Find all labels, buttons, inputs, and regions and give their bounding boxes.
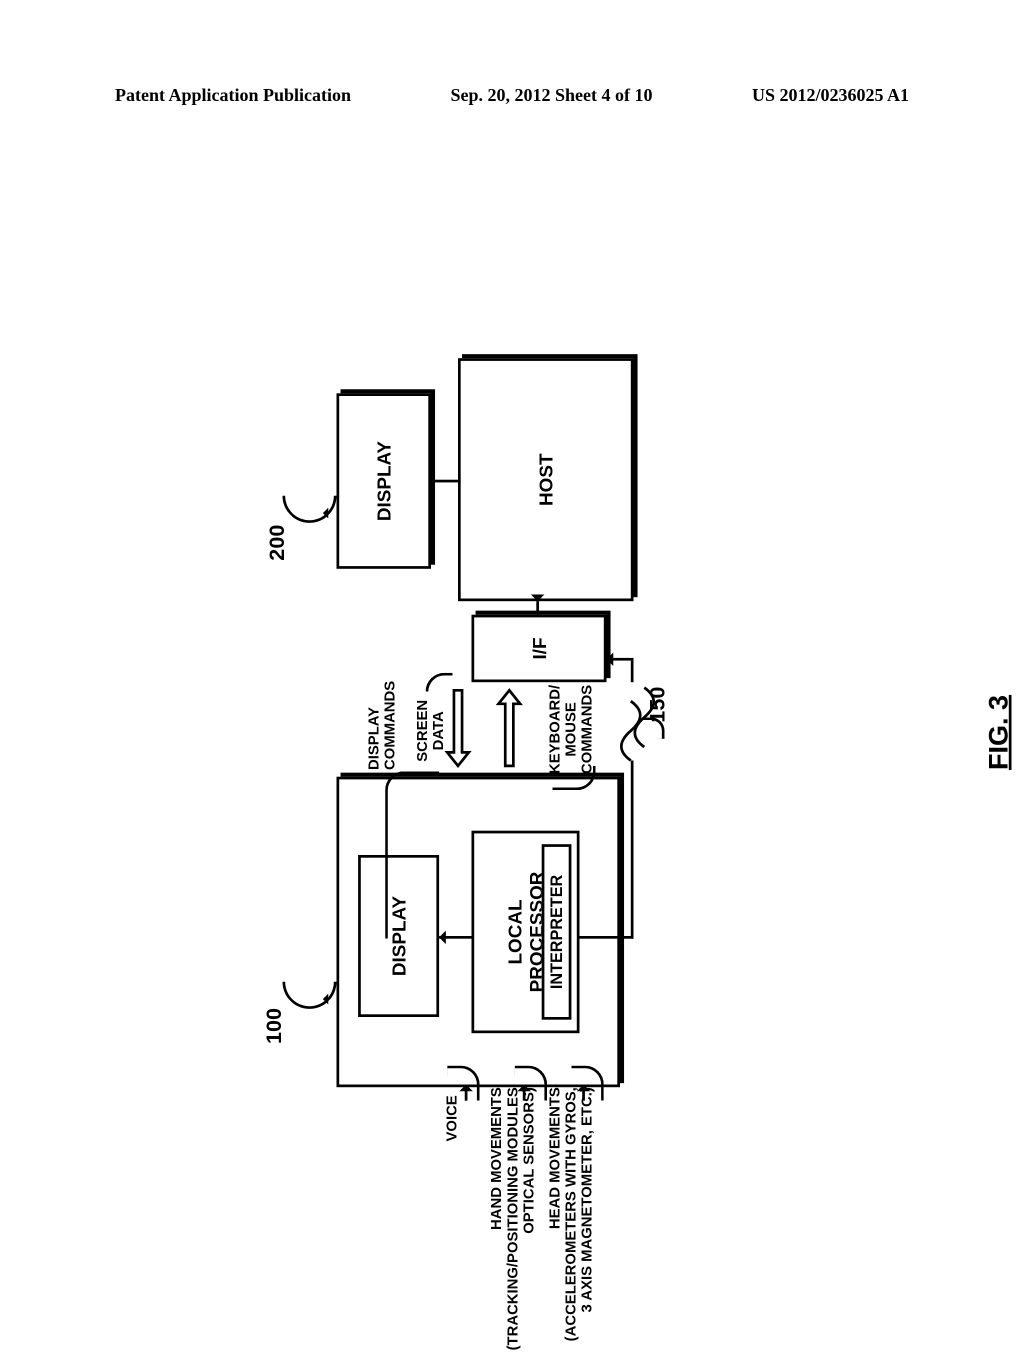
head-l2: (ACCELEROMETERS WITH GYROS, xyxy=(563,1087,579,1341)
arrow-voice xyxy=(465,1085,468,1101)
ref-200: 200 xyxy=(266,525,290,561)
head-l3: 3 AXIS MAGNETOMETER, ETC.) xyxy=(580,1087,596,1312)
arrow-host-interface xyxy=(536,601,539,615)
head-l1: HEAD MOVEMENTS xyxy=(547,1087,563,1229)
figure-label-text: FIG. 3 xyxy=(985,695,1015,770)
label-voice: VOICE xyxy=(445,1095,461,1217)
arrow-head xyxy=(582,1085,585,1101)
arrow-display-commands xyxy=(439,936,471,939)
ref-150: 150 xyxy=(647,687,671,723)
label-head-movements: HEAD MOVEMENTS (ACCELEROMETERS WITH GYRO… xyxy=(547,1087,596,1357)
callout-display-commands-bend xyxy=(385,771,439,938)
label-keyboard-mouse: KEYBOARD/ MOUSE COMMANDS xyxy=(547,669,596,791)
kbm-l2: MOUSE xyxy=(563,702,579,756)
hand-l2: (TRACKING/POSITIONING MODULES xyxy=(505,1087,521,1350)
wireless-stub-left-v xyxy=(580,936,634,939)
display-commands-l1: DISPLAY xyxy=(366,707,382,770)
scr-l1: SCREEN xyxy=(415,700,431,762)
figure-label: FIG. 3 xyxy=(985,695,1016,770)
host-block: HOST xyxy=(458,358,634,601)
kbm-l1: KEYBOARD/ xyxy=(547,685,563,774)
kbm-l3: COMMANDS xyxy=(580,685,596,774)
label-screen-data: SCREEN DATA xyxy=(415,690,448,771)
local-processor-label-1: LOCAL xyxy=(504,899,526,964)
ref-100: 100 xyxy=(264,1008,288,1044)
label-display-commands: DISPLAY COMMANDS xyxy=(366,635,399,770)
host-display-block: DISPLAY xyxy=(337,393,432,569)
label-hand-movements: HAND MOVEMENTS (TRACKING/POSITIONING MOD… xyxy=(489,1087,538,1357)
wireless-stub-left-h xyxy=(631,761,634,939)
wireless-stub-right-v xyxy=(607,658,634,661)
big-arrow-screen-data xyxy=(445,685,486,771)
block-diagram: 100 DISPLAY LOCAL PROCESSOR INTERPRETER … xyxy=(0,345,1024,1101)
display-commands-l2: COMMANDS xyxy=(383,681,399,770)
arrow-hand xyxy=(523,1085,526,1101)
wireless-stub-right-h xyxy=(631,661,634,683)
interpreter-block: INTERPRETER xyxy=(542,844,572,1020)
diagram-rotated-wrapper: 100 DISPLAY LOCAL PROCESSOR INTERPRETER … xyxy=(0,0,1024,1276)
big-arrow-keyboard-mouse xyxy=(496,685,537,771)
hand-l3: OPTICAL SENSORS) xyxy=(522,1087,538,1234)
line-host-display xyxy=(431,480,458,483)
hand-l1: HAND MOVEMENTS xyxy=(489,1087,505,1230)
